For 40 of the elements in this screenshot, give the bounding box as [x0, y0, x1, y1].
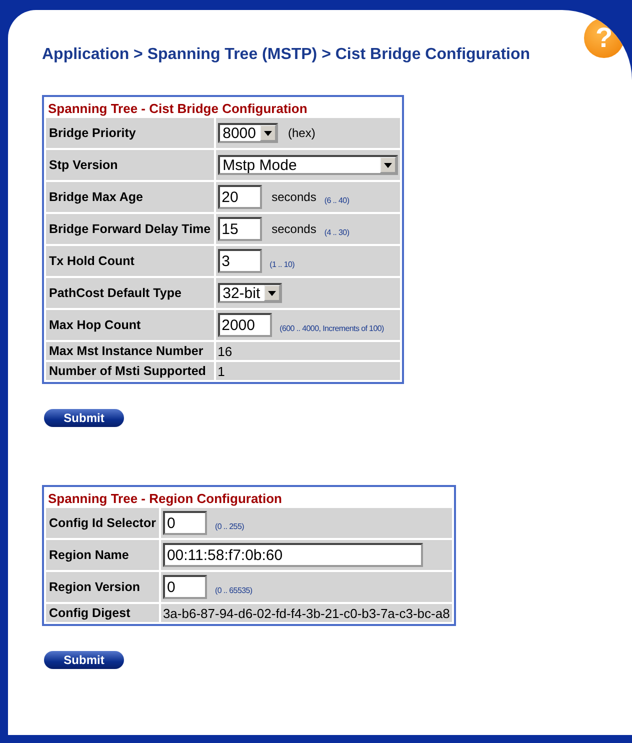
- field-label: Region Version: [49, 580, 140, 594]
- field-label: Bridge Priority: [49, 126, 136, 140]
- field-label: Bridge Forward Delay Time: [49, 222, 211, 236]
- unit-label: (hex): [288, 126, 316, 140]
- range-hint: (0 .. 255): [214, 522, 244, 530]
- input-field[interactable]: 3: [218, 249, 262, 273]
- input-field[interactable]: 20: [218, 185, 262, 209]
- field-label: Max Hop Count: [49, 318, 141, 332]
- field-value: 1: [218, 364, 225, 378]
- field-label: Config Id Selector: [49, 516, 156, 530]
- input-field[interactable]: 0: [162, 511, 207, 535]
- input-field[interactable]: 2000: [218, 313, 272, 337]
- field-label: Region Name: [49, 548, 129, 562]
- submit-button[interactable]: Submit: [44, 409, 124, 427]
- field-label: Number of Msti Supported: [49, 364, 206, 378]
- field-label: Max Mst Instance Number: [49, 344, 204, 358]
- unit-label: seconds: [272, 190, 316, 204]
- range-hint: (1 .. 10): [270, 260, 294, 268]
- range-hint: (0 .. 65535): [214, 586, 252, 594]
- dropdown[interactable]: 8000: [218, 123, 278, 143]
- unit-label: seconds: [272, 222, 316, 236]
- panel-title: Spanning Tree - Region Configuration: [48, 491, 282, 506]
- input-field[interactable]: 00:11:58:f7:0b:60: [162, 543, 423, 567]
- breadcrumb: Application > Spanning Tree (MSTP) > Cist Bridge Configuration: [42, 46, 530, 64]
- field-label: PathCost Default Type: [49, 286, 182, 300]
- range-hint: (6 .. 40): [324, 196, 350, 204]
- input-field[interactable]: 0: [162, 575, 207, 599]
- input-field[interactable]: 15: [218, 217, 262, 241]
- field-label: Tx Hold Count: [49, 254, 134, 268]
- dropdown[interactable]: Mstp Mode: [218, 155, 398, 175]
- panel-title: Spanning Tree - Cist Bridge Configuration: [48, 101, 308, 116]
- field-label: Bridge Max Age: [49, 190, 144, 204]
- field-value: 16: [218, 344, 232, 358]
- range-hint: (600 .. 4000, Increments of 100): [280, 324, 384, 332]
- field-label: Config Digest: [49, 606, 130, 620]
- field-value: 3a-b6-87-94-d6-02-fd-f4-3b-21-c0-b3-7a-c3-bc-a8: [162, 606, 450, 620]
- submit-button[interactable]: Submit: [44, 651, 124, 669]
- field-label: Stp Version: [49, 158, 118, 172]
- dropdown[interactable]: 32-bit: [218, 283, 282, 303]
- range-hint: (4 .. 30): [324, 228, 350, 236]
